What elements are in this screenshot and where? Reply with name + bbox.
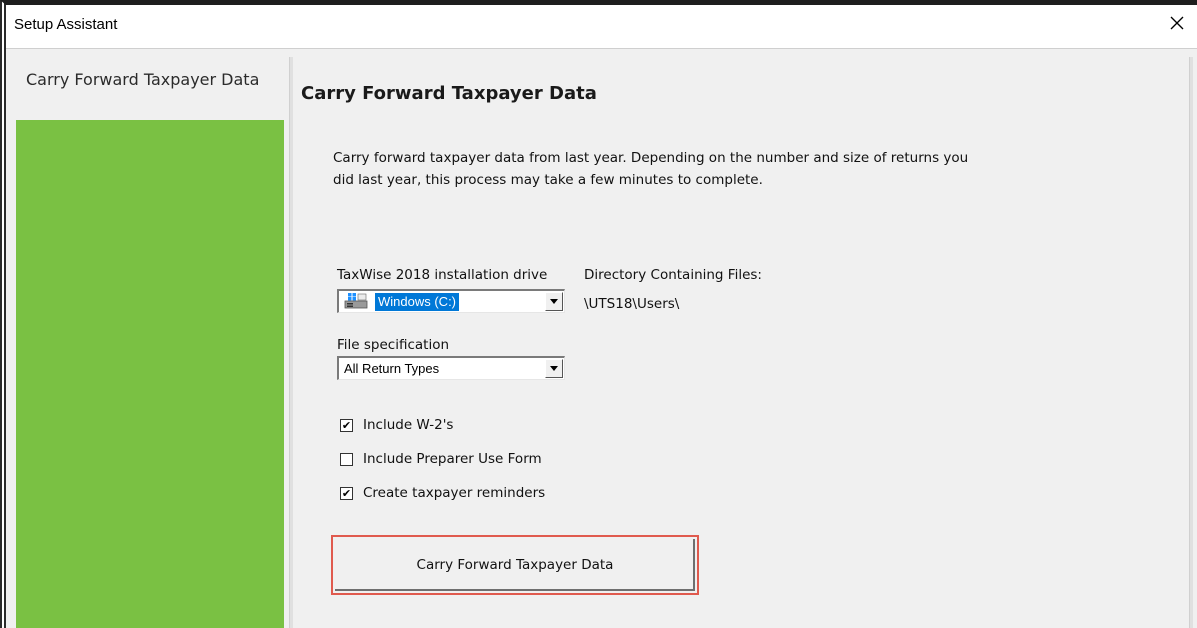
window-title: Setup Assistant [14, 16, 118, 33]
drive-label: TaxWise 2018 installation drive [337, 267, 548, 283]
client-area: Carry Forward Taxpayer Data Carry Forwar… [6, 48, 1197, 628]
checkbox-label: Include W-2's [363, 417, 454, 433]
directory-label: Directory Containing Files: [584, 267, 762, 283]
chevron-down-icon[interactable] [545, 292, 563, 311]
page-title: Carry Forward Taxpayer Data [301, 83, 597, 104]
directory-value: \UTS18\Users\ [584, 296, 680, 312]
drive-select-value: Windows (C:) [375, 293, 460, 311]
sidebar-item-label: Carry Forward Taxpayer Data [26, 70, 260, 89]
carry-forward-button-label: Carry Forward Taxpayer Data [416, 557, 614, 573]
close-button[interactable] [1157, 7, 1197, 39]
checkbox-label: Create taxpayer reminders [363, 485, 546, 501]
create-reminders-checkbox[interactable]: ✔ Create taxpayer reminders [340, 485, 545, 501]
setup-assistant-window: Setup Assistant Carry Forward Taxpayer D… [0, 0, 1197, 628]
chevron-down-icon[interactable] [545, 359, 563, 378]
close-icon [1170, 16, 1184, 30]
drive-select[interactable]: Windows (C:) [337, 289, 565, 313]
carry-forward-button[interactable]: Carry Forward Taxpayer Data [331, 535, 699, 595]
file-spec-select[interactable]: All Return Types [337, 356, 565, 380]
sidebar: Carry Forward Taxpayer Data [16, 57, 284, 628]
include-w2-checkbox[interactable]: ✔ Include W-2's [340, 417, 453, 433]
checkbox-box[interactable]: ✔ [340, 418, 353, 432]
main-panel: Carry Forward Taxpayer Data Carry forwar… [294, 49, 1189, 628]
file-spec-label: File specification [337, 337, 450, 353]
title-bar: Setup Assistant [6, 5, 1197, 41]
checkbox-box[interactable] [340, 452, 353, 466]
checkbox-box[interactable]: ✔ [340, 486, 353, 500]
file-spec-select-value: All Return Types [344, 361, 440, 376]
checkbox-label: Include Preparer Use Form [363, 451, 542, 467]
right-border [1189, 57, 1193, 628]
sidebar-item-carry-forward[interactable]: Carry Forward Taxpayer Data [16, 57, 284, 120]
description-text: Carry forward taxpayer data from last ye… [333, 150, 969, 188]
windows-drive-icon [344, 293, 368, 309]
include-preparer-form-checkbox[interactable]: Include Preparer Use Form [340, 451, 542, 467]
splitter[interactable] [289, 57, 293, 628]
